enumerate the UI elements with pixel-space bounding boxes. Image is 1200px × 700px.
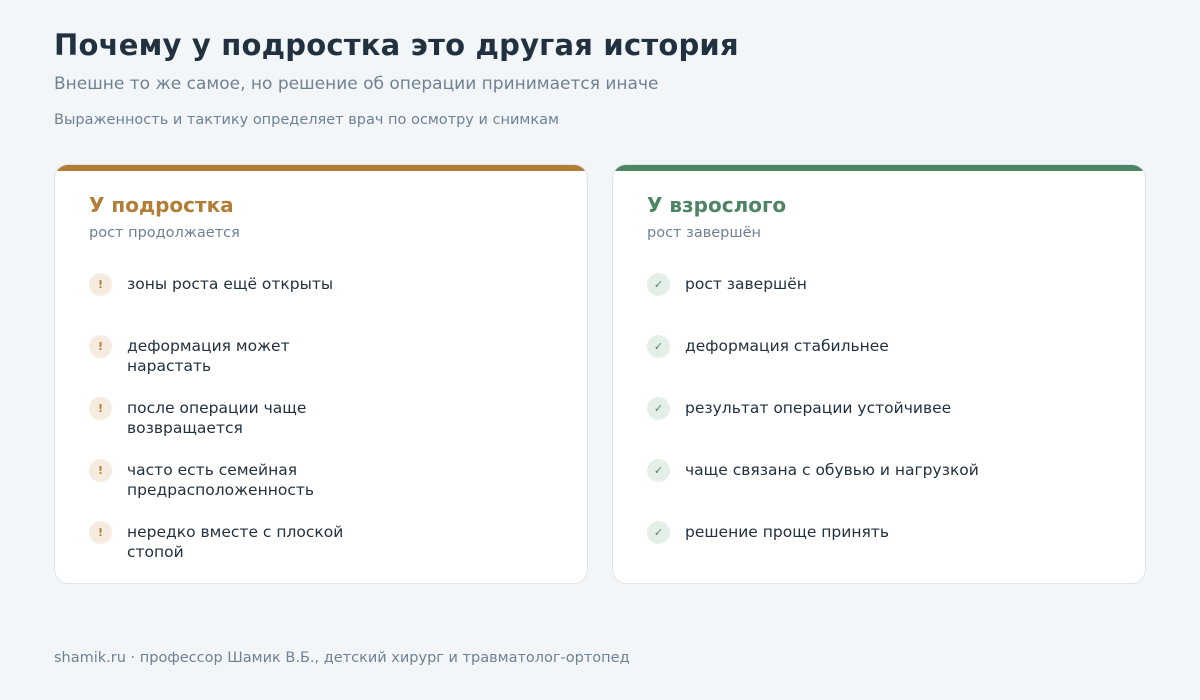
- list-item-text: нередко вместе с плоской стопой: [127, 523, 344, 561]
- adult-card-accent-bar: [613, 165, 1145, 171]
- warning-icon: !: [89, 273, 112, 296]
- list-item-text: деформация может нарастать: [127, 337, 290, 375]
- adult-list: ✓ рост завершён ✓ деформация стабильнее …: [647, 273, 1117, 583]
- teen-list: ! зоны роста ещё открыты ! деформация мо…: [89, 273, 559, 583]
- list-item: ✓ решение проще принять: [647, 521, 1117, 583]
- teen-card-subtitle: рост продолжается: [89, 225, 240, 241]
- warning-icon: !: [89, 459, 112, 482]
- list-item: ! часто есть семейная предрасположенност…: [89, 459, 559, 521]
- teen-card-title: У подростка: [89, 193, 234, 217]
- adult-card: У взрослого рост завершён ✓ рост завершё…: [612, 164, 1146, 584]
- page: Почему у подростка это другая история Вн…: [0, 0, 1200, 700]
- list-item: ✓ рост завершён: [647, 273, 1117, 335]
- teen-card: У подростка рост продолжается ! зоны рос…: [54, 164, 588, 584]
- check-icon: ✓: [647, 273, 670, 296]
- teen-card-accent-bar: [55, 165, 587, 171]
- list-item: ✓ чаще связана с обувью и нагрузкой: [647, 459, 1117, 521]
- check-icon: ✓: [647, 397, 670, 420]
- list-item-text: деформация стабильнее: [685, 337, 889, 355]
- warning-icon: !: [89, 521, 112, 544]
- list-item-text: часто есть семейная предрасположенность: [127, 461, 315, 499]
- list-item-text: результат операции устойчивее: [685, 399, 952, 417]
- check-icon: ✓: [647, 459, 670, 482]
- list-item-text: рост завершён: [685, 275, 807, 293]
- page-note: Выраженность и тактику определяет врач п…: [54, 112, 559, 128]
- list-item: ! деформация может нарастать: [89, 335, 559, 397]
- check-icon: ✓: [647, 521, 670, 544]
- check-icon: ✓: [647, 335, 670, 358]
- list-item: ! зоны роста ещё открыты: [89, 273, 559, 335]
- warning-icon: !: [89, 397, 112, 420]
- warning-icon: !: [89, 335, 112, 358]
- list-item-text: чаще связана с обувью и нагрузкой: [685, 461, 979, 479]
- list-item: ! нередко вместе с плоской стопой: [89, 521, 559, 583]
- list-item: ! после операции чаще возвращается: [89, 397, 559, 459]
- adult-card-title: У взрослого: [647, 193, 787, 217]
- list-item-text: зоны роста ещё открыты: [127, 275, 334, 293]
- list-item: ✓ деформация стабильнее: [647, 335, 1117, 397]
- list-item: ✓ результат операции устойчивее: [647, 397, 1117, 459]
- footer-credit: shamik.ru · профессор Шамик В.Б., детски…: [54, 650, 630, 666]
- list-item-text: решение проще принять: [685, 523, 889, 541]
- adult-card-subtitle: рост завершён: [647, 225, 762, 241]
- page-subtitle: Внешне то же самое, но решение об операц…: [54, 74, 659, 94]
- page-title: Почему у подростка это другая история: [54, 28, 739, 62]
- list-item-text: после операции чаще возвращается: [127, 399, 307, 437]
